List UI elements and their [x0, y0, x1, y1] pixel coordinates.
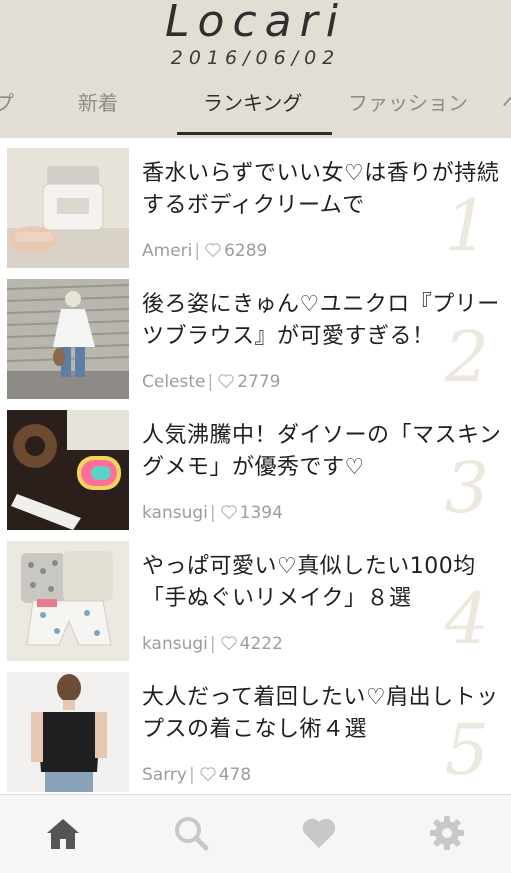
article-author[interactable]: kansugi [142, 634, 208, 654]
article-thumbnail [7, 148, 129, 268]
home-icon [47, 819, 79, 849]
app-logo: Locari [165, 0, 346, 47]
article-like-count: 6289 [224, 241, 268, 261]
article-thumbnail [7, 279, 129, 399]
nav-search-button[interactable] [171, 813, 211, 853]
heart-icon [302, 818, 336, 848]
heart-outline-icon [220, 504, 237, 519]
app-screen: Locari 2016/06/02 プ 新着 ランキング ファッション ヘ [0, 0, 511, 873]
masking-tape-photo [7, 410, 129, 530]
heart-outline-icon [205, 242, 221, 257]
search-icon [175, 817, 209, 851]
article-meta: Celeste | 2779 [142, 369, 281, 395]
tab-ranking[interactable]: ランキング [203, 88, 302, 118]
nav-favorites-button[interactable] [299, 813, 339, 853]
meta-separator: | [194, 241, 201, 261]
heart-outline-icon [200, 766, 216, 781]
tenugui-shorts-photo [7, 541, 129, 661]
tab-next-partial[interactable]: ヘ [502, 88, 511, 118]
rank-number: 2 [444, 316, 489, 398]
body-cream-jar-photo [7, 148, 129, 268]
article-like-count: 1394 [239, 503, 283, 523]
article-thumbnail [7, 410, 129, 530]
article-meta: Sarry | 478 [142, 762, 251, 788]
article-row[interactable]: 後ろ姿にきゅん♡ユニクロ『プリーツブラウス』が可愛すぎる！ Celeste | 27… [0, 269, 511, 400]
meta-separator: | [207, 372, 214, 392]
article-author[interactable]: kansugi [142, 503, 208, 523]
article-author[interactable]: Ameri [142, 241, 192, 261]
meta-separator: | [209, 634, 216, 654]
article-like-count: 478 [218, 765, 252, 785]
article-row[interactable]: 大人だって着回したい♡肩出しトップスの着こなし術４選 Sarry | 478 5 [0, 662, 511, 793]
article-meta: kansugi | 4222 [142, 631, 283, 657]
nav-home-button[interactable] [43, 813, 83, 853]
nav-settings-button[interactable] [427, 813, 467, 853]
article-author[interactable]: Celeste [142, 372, 206, 392]
active-tab-indicator [177, 132, 332, 135]
tab-new[interactable]: 新着 [78, 88, 118, 118]
blouse-back-view-photo [7, 279, 129, 399]
article-thumbnail [7, 672, 129, 792]
rank-number: 4 [444, 578, 489, 660]
article-thumbnail [7, 541, 129, 661]
ranking-list[interactable]: 香水いらずでいい女♡は香りが持続するボディクリームで Ameri | 6289 1 [0, 138, 511, 794]
gear-icon [430, 816, 464, 850]
article-row[interactable]: 人気沸騰中！ダイソーの「マスキングメモ」が優秀です♡ kansugi | 1394 … [0, 400, 511, 531]
article-meta: Ameri | 6289 [142, 238, 267, 264]
rank-number: 5 [444, 709, 489, 791]
article-row[interactable]: 香水いらずでいい女♡は香りが持続するボディクリームで Ameri | 6289 1 [0, 138, 511, 269]
off-shoulder-top-photo [7, 672, 129, 792]
header: Locari 2016/06/02 プ 新着 ランキング ファッション ヘ [0, 0, 511, 138]
tab-previous-partial[interactable]: プ [0, 88, 14, 118]
article-author[interactable]: Sarry [142, 765, 187, 785]
rank-number: 3 [444, 447, 489, 529]
bottom-navigation [0, 794, 511, 873]
meta-separator: | [209, 503, 216, 523]
heart-outline-icon [218, 373, 234, 388]
meta-separator: | [188, 765, 195, 785]
article-row[interactable]: やっぱ可愛い♡真似したい100均「手ぬぐいリメイク」８選 kansugi | 422… [0, 531, 511, 662]
heart-outline-icon [220, 635, 237, 650]
rank-number: 1 [444, 185, 489, 267]
article-like-count: 2779 [237, 372, 281, 392]
tab-fashion[interactable]: ファッション [348, 88, 468, 118]
header-date: 2016/06/02 [170, 47, 341, 69]
article-meta: kansugi | 1394 [142, 500, 283, 526]
article-like-count: 4222 [239, 634, 283, 654]
